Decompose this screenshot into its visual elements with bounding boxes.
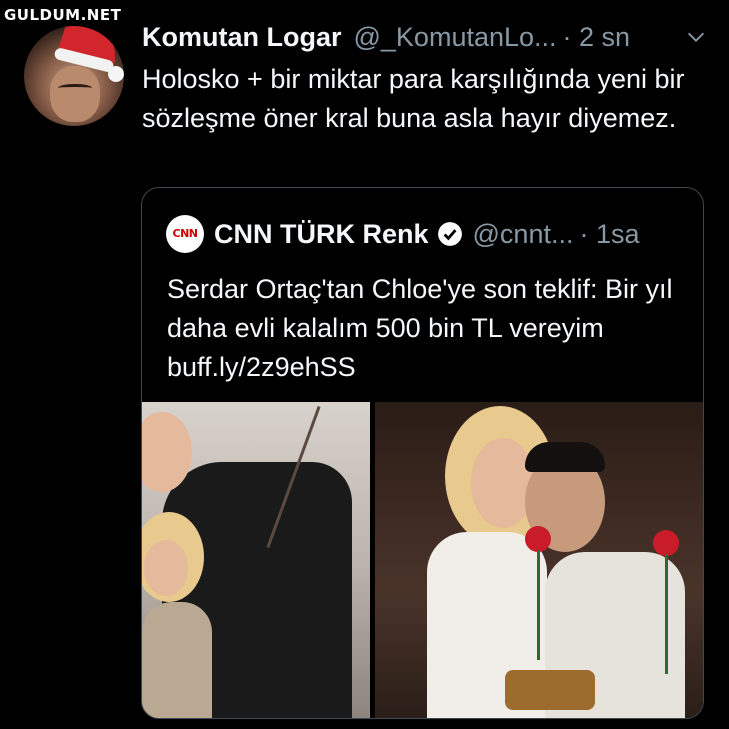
tweet-text: Holosko + bir miktar para karşılığında y… — [142, 64, 685, 133]
quoted-tweet-header: CNN CNN TÜRK Renk @cnnt... · 1sa — [166, 215, 640, 253]
quoted-user-handle[interactable]: @cnnt... — [473, 217, 574, 251]
quoted-tweet[interactable]: CNN CNN TÜRK Renk @cnnt... · 1sa Serdar … — [141, 187, 704, 719]
quoted-tweet-text: Serdar Ortaç'tan Chloe'ye son teklif: Bi… — [167, 274, 673, 382]
cnn-turk-avatar[interactable]: CNN — [166, 215, 204, 253]
watermark: GULDUM.NET — [4, 6, 122, 24]
verified-badge-icon — [437, 222, 462, 246]
user-avatar[interactable] — [24, 26, 124, 126]
display-name[interactable]: Komutan Logar — [142, 20, 342, 54]
user-handle[interactable]: @_KomutanLo... — [354, 20, 557, 54]
timestamp[interactable]: · 2 sn — [563, 20, 631, 54]
media-image-left[interactable] — [142, 402, 370, 718]
tweet-header: Komutan Logar @_KomutanLo... · 2 sn — [142, 20, 707, 54]
quoted-timestamp[interactable]: · 1sa — [579, 217, 639, 251]
media-image-right[interactable] — [375, 402, 703, 718]
quoted-display-name[interactable]: CNN TÜRK Renk — [214, 217, 429, 251]
chevron-down-icon[interactable] — [685, 26, 707, 48]
